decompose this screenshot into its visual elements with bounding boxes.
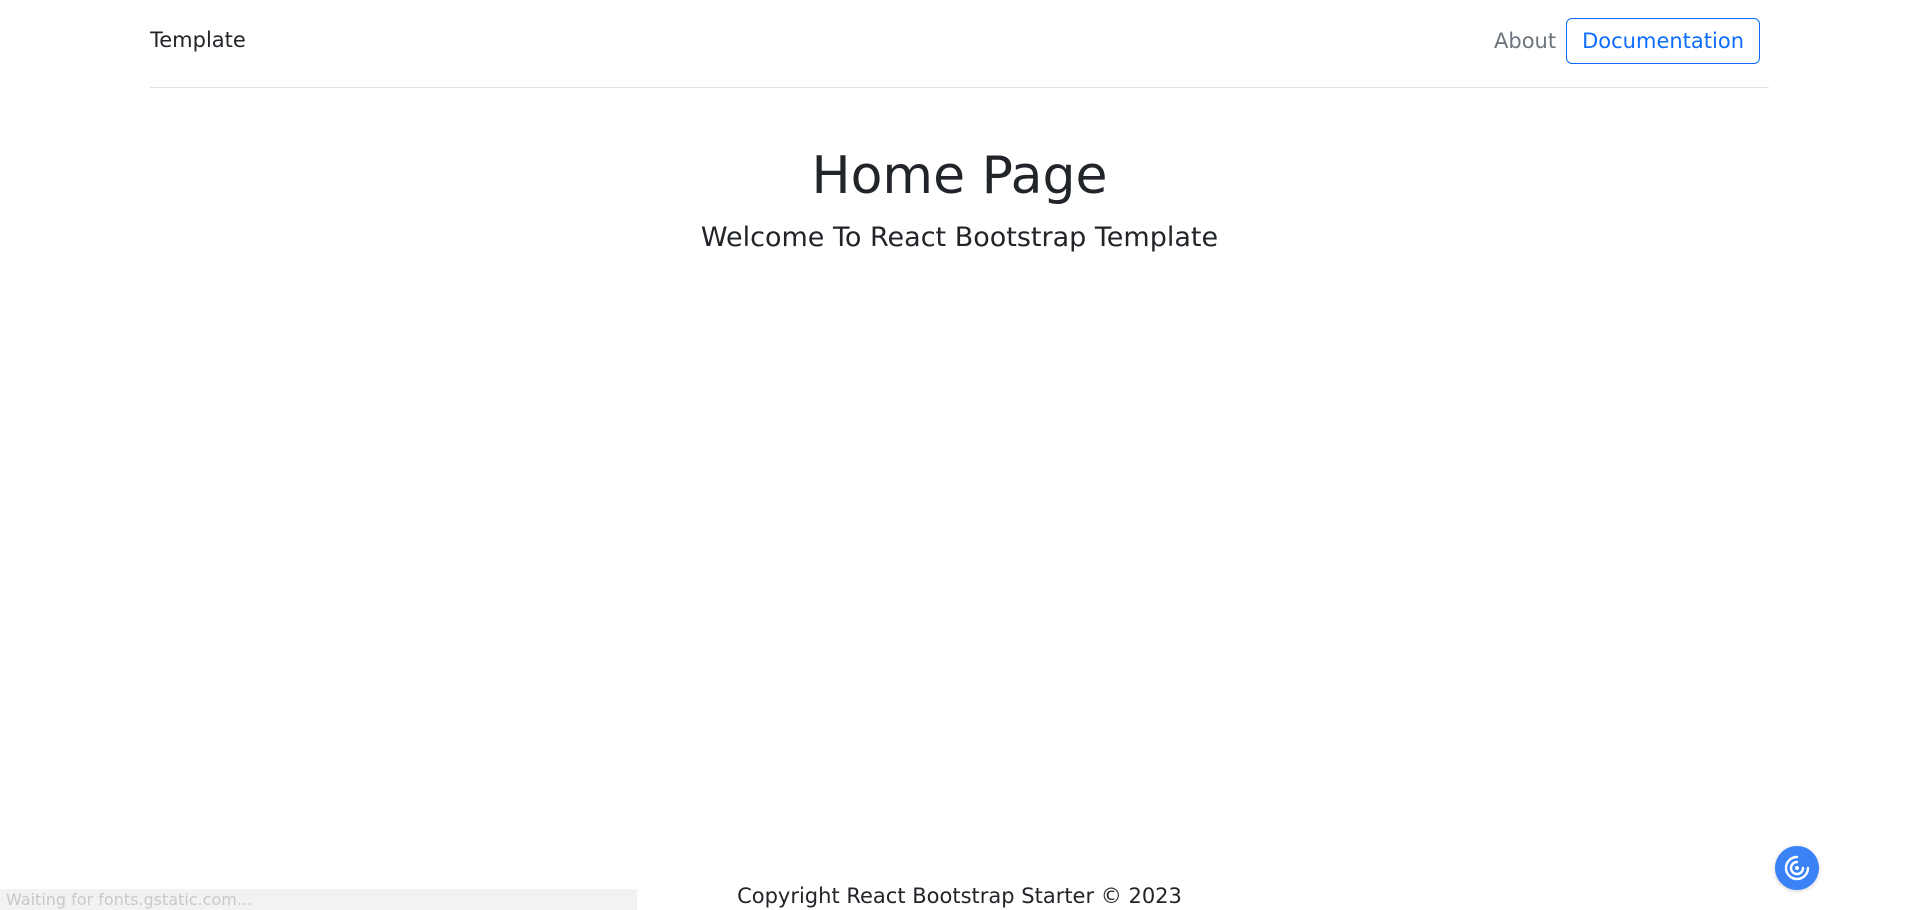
page: Template About Documentation Home Page W… — [0, 0, 1919, 910]
top-navbar: Template About Documentation — [150, 0, 1769, 88]
navbar-links: About Documentation — [1494, 18, 1760, 64]
documentation-button[interactable]: Documentation — [1566, 18, 1760, 64]
page-title: Home Page — [811, 146, 1108, 206]
nav-link-about[interactable]: About — [1494, 29, 1556, 53]
browser-status-bar: Waiting for fonts.gstatic.com... — [0, 889, 637, 910]
hero-section: Home Page Welcome To React Bootstrap Tem… — [0, 140, 1919, 256]
floating-action-button[interactable] — [1775, 846, 1819, 890]
swirl-icon — [1784, 855, 1810, 881]
navbar-brand[interactable]: Template — [150, 28, 246, 52]
page-subtitle: Welcome To React Bootstrap Template — [700, 222, 1219, 253]
